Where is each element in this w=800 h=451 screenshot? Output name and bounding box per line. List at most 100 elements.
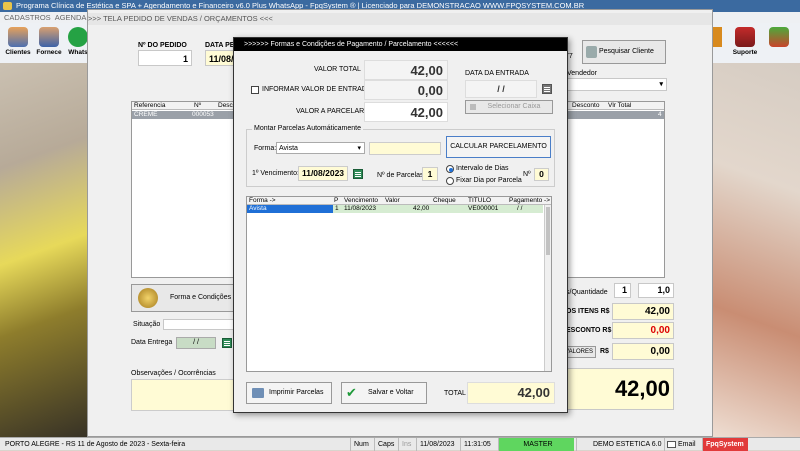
row-total: 4 — [658, 111, 662, 118]
col-vencimento: Vencimento — [344, 197, 378, 204]
n-label: Nº — [523, 171, 531, 178]
status-city-date: PORTO ALEGRE - RS 11 de Agosto de 2023 -… — [5, 441, 186, 448]
data-entrada-field[interactable]: / / — [465, 80, 537, 98]
forma-select[interactable]: Avista ▾ — [276, 142, 365, 154]
grid-scrollbar[interactable] — [544, 205, 551, 371]
observacoes-field[interactable] — [131, 379, 235, 411]
forma-extra-field[interactable] — [369, 142, 441, 155]
col-forma: Forma -> — [249, 197, 276, 204]
parcelas-grid[interactable]: Forma -> P Vencimento Valor Cheque TITUL… — [246, 196, 552, 372]
entrada-field[interactable]: 0,00 — [364, 80, 448, 100]
col-pagamento: Pagamento -> — [509, 197, 551, 204]
intervalo-dias-radio[interactable] — [446, 165, 454, 173]
qty-field-1[interactable]: 1 — [614, 283, 631, 298]
imprimir-label: Imprimir Parcelas — [269, 389, 324, 396]
fornece-label: Fornece — [36, 49, 62, 56]
fixar-dia-label: Fixar Dia por Parcela — [456, 177, 522, 184]
parcelas-grid-header: Forma -> P Vencimento Valor Cheque TITUL… — [247, 197, 551, 205]
data-pedido-field[interactable]: 11/08/ — [205, 50, 235, 66]
row-p: 1 — [335, 205, 339, 212]
col-p: P — [334, 197, 339, 204]
row-vencimento: 11/08/2023 — [344, 205, 377, 212]
check-icon: ✔ — [346, 385, 357, 400]
row-forma: Avista — [247, 205, 333, 213]
window-header: >>> TELA PEDIDO DE VENDAS / ORÇAMENTOS <… — [88, 13, 712, 25]
status-bar: PORTO ALEGRE - RS 11 de Agosto de 2023 -… — [0, 437, 800, 451]
col-numero: Nº — [194, 102, 202, 109]
col-titulo: TITULO — [468, 197, 492, 204]
data-entrada-label: DATA DA ENTRADA — [465, 70, 529, 77]
pedido-field[interactable]: 1 — [138, 50, 192, 66]
fornece-button[interactable]: Fornece — [34, 25, 64, 61]
coins-icon — [138, 288, 158, 308]
sair-button[interactable] — [764, 25, 794, 61]
status-caps: Caps — [374, 438, 396, 451]
informar-entrada-label: INFORMAR VALOR DE ENTRADA — [262, 86, 372, 93]
status-demo: DEMO ESTETICA 6.0 — [576, 438, 662, 451]
payment-conditions-dialog: >>>>>> Formas e Condições de Pagamento /… — [233, 37, 568, 413]
col-vlr-total: Vlr Total — [608, 102, 632, 109]
desconto-label: ESCONTO R$ — [566, 327, 612, 334]
n-field[interactable]: 0 — [534, 168, 549, 181]
suporte-button[interactable]: Suporte — [730, 25, 760, 61]
support-icon — [735, 27, 755, 47]
chevron-down-icon: ▾ — [659, 81, 663, 88]
menu-cadastros[interactable]: CADASTROS — [4, 13, 51, 22]
search-client-icon — [586, 46, 597, 58]
data-entrega-label: Data Entrega — [131, 339, 173, 346]
calendar-icon[interactable] — [353, 169, 363, 179]
chevron-down-icon: ▾ — [357, 145, 361, 152]
status-master: MASTER — [498, 438, 574, 451]
montar-parcelas-label: Montar Parcelas Automáticamente — [252, 125, 363, 132]
grand-total-field: 42,00 — [563, 368, 674, 410]
quantidade-label: s/Quantidade — [566, 289, 608, 296]
row-titulo: VE000001 — [468, 205, 499, 212]
row-valor: 42,00 — [413, 205, 430, 212]
status-brand: FpqSystem — [702, 438, 748, 451]
calcular-parcelamento-button[interactable]: CALCULAR PARCELAMENTO — [446, 136, 551, 158]
nparcelas-field[interactable]: 1 — [422, 167, 438, 181]
situacao-field[interactable] — [163, 319, 243, 330]
grid-scrollbar-thumb[interactable] — [546, 207, 550, 255]
calendar-icon[interactable] — [222, 338, 232, 348]
vencimento-field[interactable]: 11/08/2023 — [298, 166, 348, 181]
forma-condicoes-button[interactable]: Forma e Condições de — [131, 284, 241, 327]
status-date: 11/08/2023 — [416, 438, 458, 451]
whatsapp-icon — [68, 27, 88, 47]
total-label: TOTAL — [444, 390, 466, 397]
total-field: 42,00 — [467, 382, 555, 404]
pedido-label: Nº DO PEDIDO — [138, 42, 187, 49]
vendedor-select[interactable]: ▾ — [567, 78, 667, 91]
salvar-voltar-button[interactable]: ✔ Salvar e Voltar — [341, 382, 427, 404]
col-valor: Valor — [385, 197, 400, 204]
valores-field[interactable]: 0,00 — [612, 343, 674, 360]
selecionar-caixa-button[interactable]: Selecionar Caixa — [465, 100, 553, 114]
valor-total-label: VALOR TOTAL — [314, 66, 361, 73]
vencimento-label: 1º Vencimento: — [252, 170, 299, 177]
informar-entrada-checkbox[interactable] — [251, 86, 259, 94]
pesquisar-label: Pesquisar Cliente — [599, 48, 654, 55]
email-icon — [667, 441, 676, 448]
valores-currency: R$ — [600, 348, 609, 355]
calendar-icon[interactable] — [542, 84, 552, 94]
clientes-label: Clientes — [5, 49, 31, 56]
clientes-button[interactable]: Clientes — [3, 25, 33, 61]
pesquisar-cliente-button[interactable]: Pesquisar Cliente — [582, 40, 666, 64]
fixar-dia-radio[interactable] — [446, 177, 454, 185]
status-email[interactable]: Email — [664, 438, 700, 451]
data-entrega-field[interactable]: / / — [176, 337, 216, 349]
imprimir-parcelas-button[interactable]: Imprimir Parcelas — [246, 382, 332, 404]
status-ins: Ins — [398, 438, 414, 451]
desconto-field[interactable]: 0,00 — [612, 322, 674, 339]
qty-field-2[interactable]: 1,0 — [638, 283, 674, 298]
parcelas-grid-row[interactable]: Avista 1 11/08/2023 42,00 VE000001 / / — [247, 205, 543, 213]
col-cheque: Cheque — [433, 197, 456, 204]
background-right — [712, 0, 800, 450]
salvar-label: Salvar e Voltar — [368, 389, 414, 396]
row-pagamento: / / — [517, 205, 523, 212]
app-icon — [3, 2, 12, 10]
suppliers-icon — [39, 27, 59, 47]
status-num: Num — [350, 438, 372, 451]
observacoes-label: Observações / Ocorrências — [131, 370, 216, 377]
status-email-label: Email — [678, 441, 696, 448]
